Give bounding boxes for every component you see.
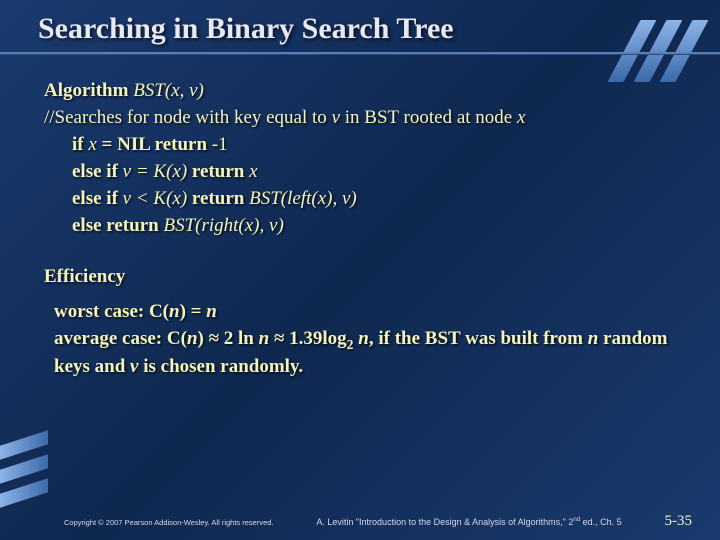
algorithm-block: Algorithm BST(x, v) //Searches for node … (44, 78, 680, 240)
algorithm-line-2: else if v = K(x) return x (44, 159, 680, 186)
worst-case-line: worst case: C(n) = n (54, 299, 680, 326)
title-area: Searching in Binary Search Tree (0, 0, 720, 46)
slide: Searching in Binary Search Tree Algorith… (0, 0, 720, 540)
copyright-text: Copyright © 2007 Pearson Addison-Wesley.… (64, 518, 274, 527)
slide-content: Algorithm BST(x, v) //Searches for node … (0, 54, 720, 381)
efficiency-body: worst case: C(n) = n average case: C(n) … (44, 299, 680, 381)
title-underline (0, 52, 720, 55)
citation-text: A. Levitin "Introduction to the Design &… (274, 516, 665, 527)
algorithm-line-3: else if v < K(x) return BST(left(x), v) (44, 186, 680, 213)
algorithm-line-4: else return BST(right(x), v) (44, 213, 680, 240)
algorithm-comment: //Searches for node with key equal to v … (44, 105, 680, 132)
efficiency-heading: Efficiency (44, 264, 680, 291)
algorithm-header: Algorithm BST(x, v) (44, 78, 680, 105)
slide-title: Searching in Binary Search Tree (38, 12, 720, 46)
decor-stripes-bottom-left (0, 438, 48, 500)
average-case-line: average case: C(n) ≈ 2 ln n ≈ 1.39log2 n… (54, 326, 680, 381)
footer: Copyright © 2007 Pearson Addison-Wesley.… (0, 513, 720, 530)
page-number: 5-35 (665, 513, 693, 530)
algorithm-line-1: if x = NIL return -1 (44, 132, 680, 159)
